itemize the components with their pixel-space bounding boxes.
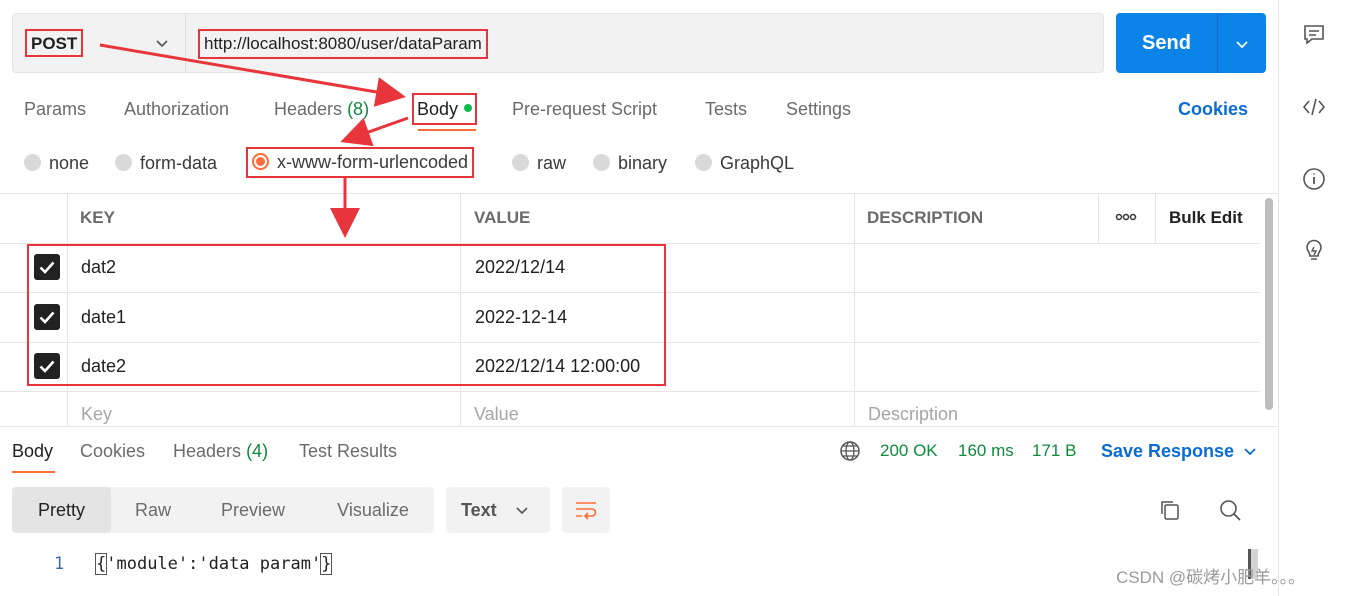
annotation-arrows	[99, 43, 409, 238]
annotation-arrow	[99, 43, 406, 107]
annotation-arrow	[340, 116, 409, 147]
